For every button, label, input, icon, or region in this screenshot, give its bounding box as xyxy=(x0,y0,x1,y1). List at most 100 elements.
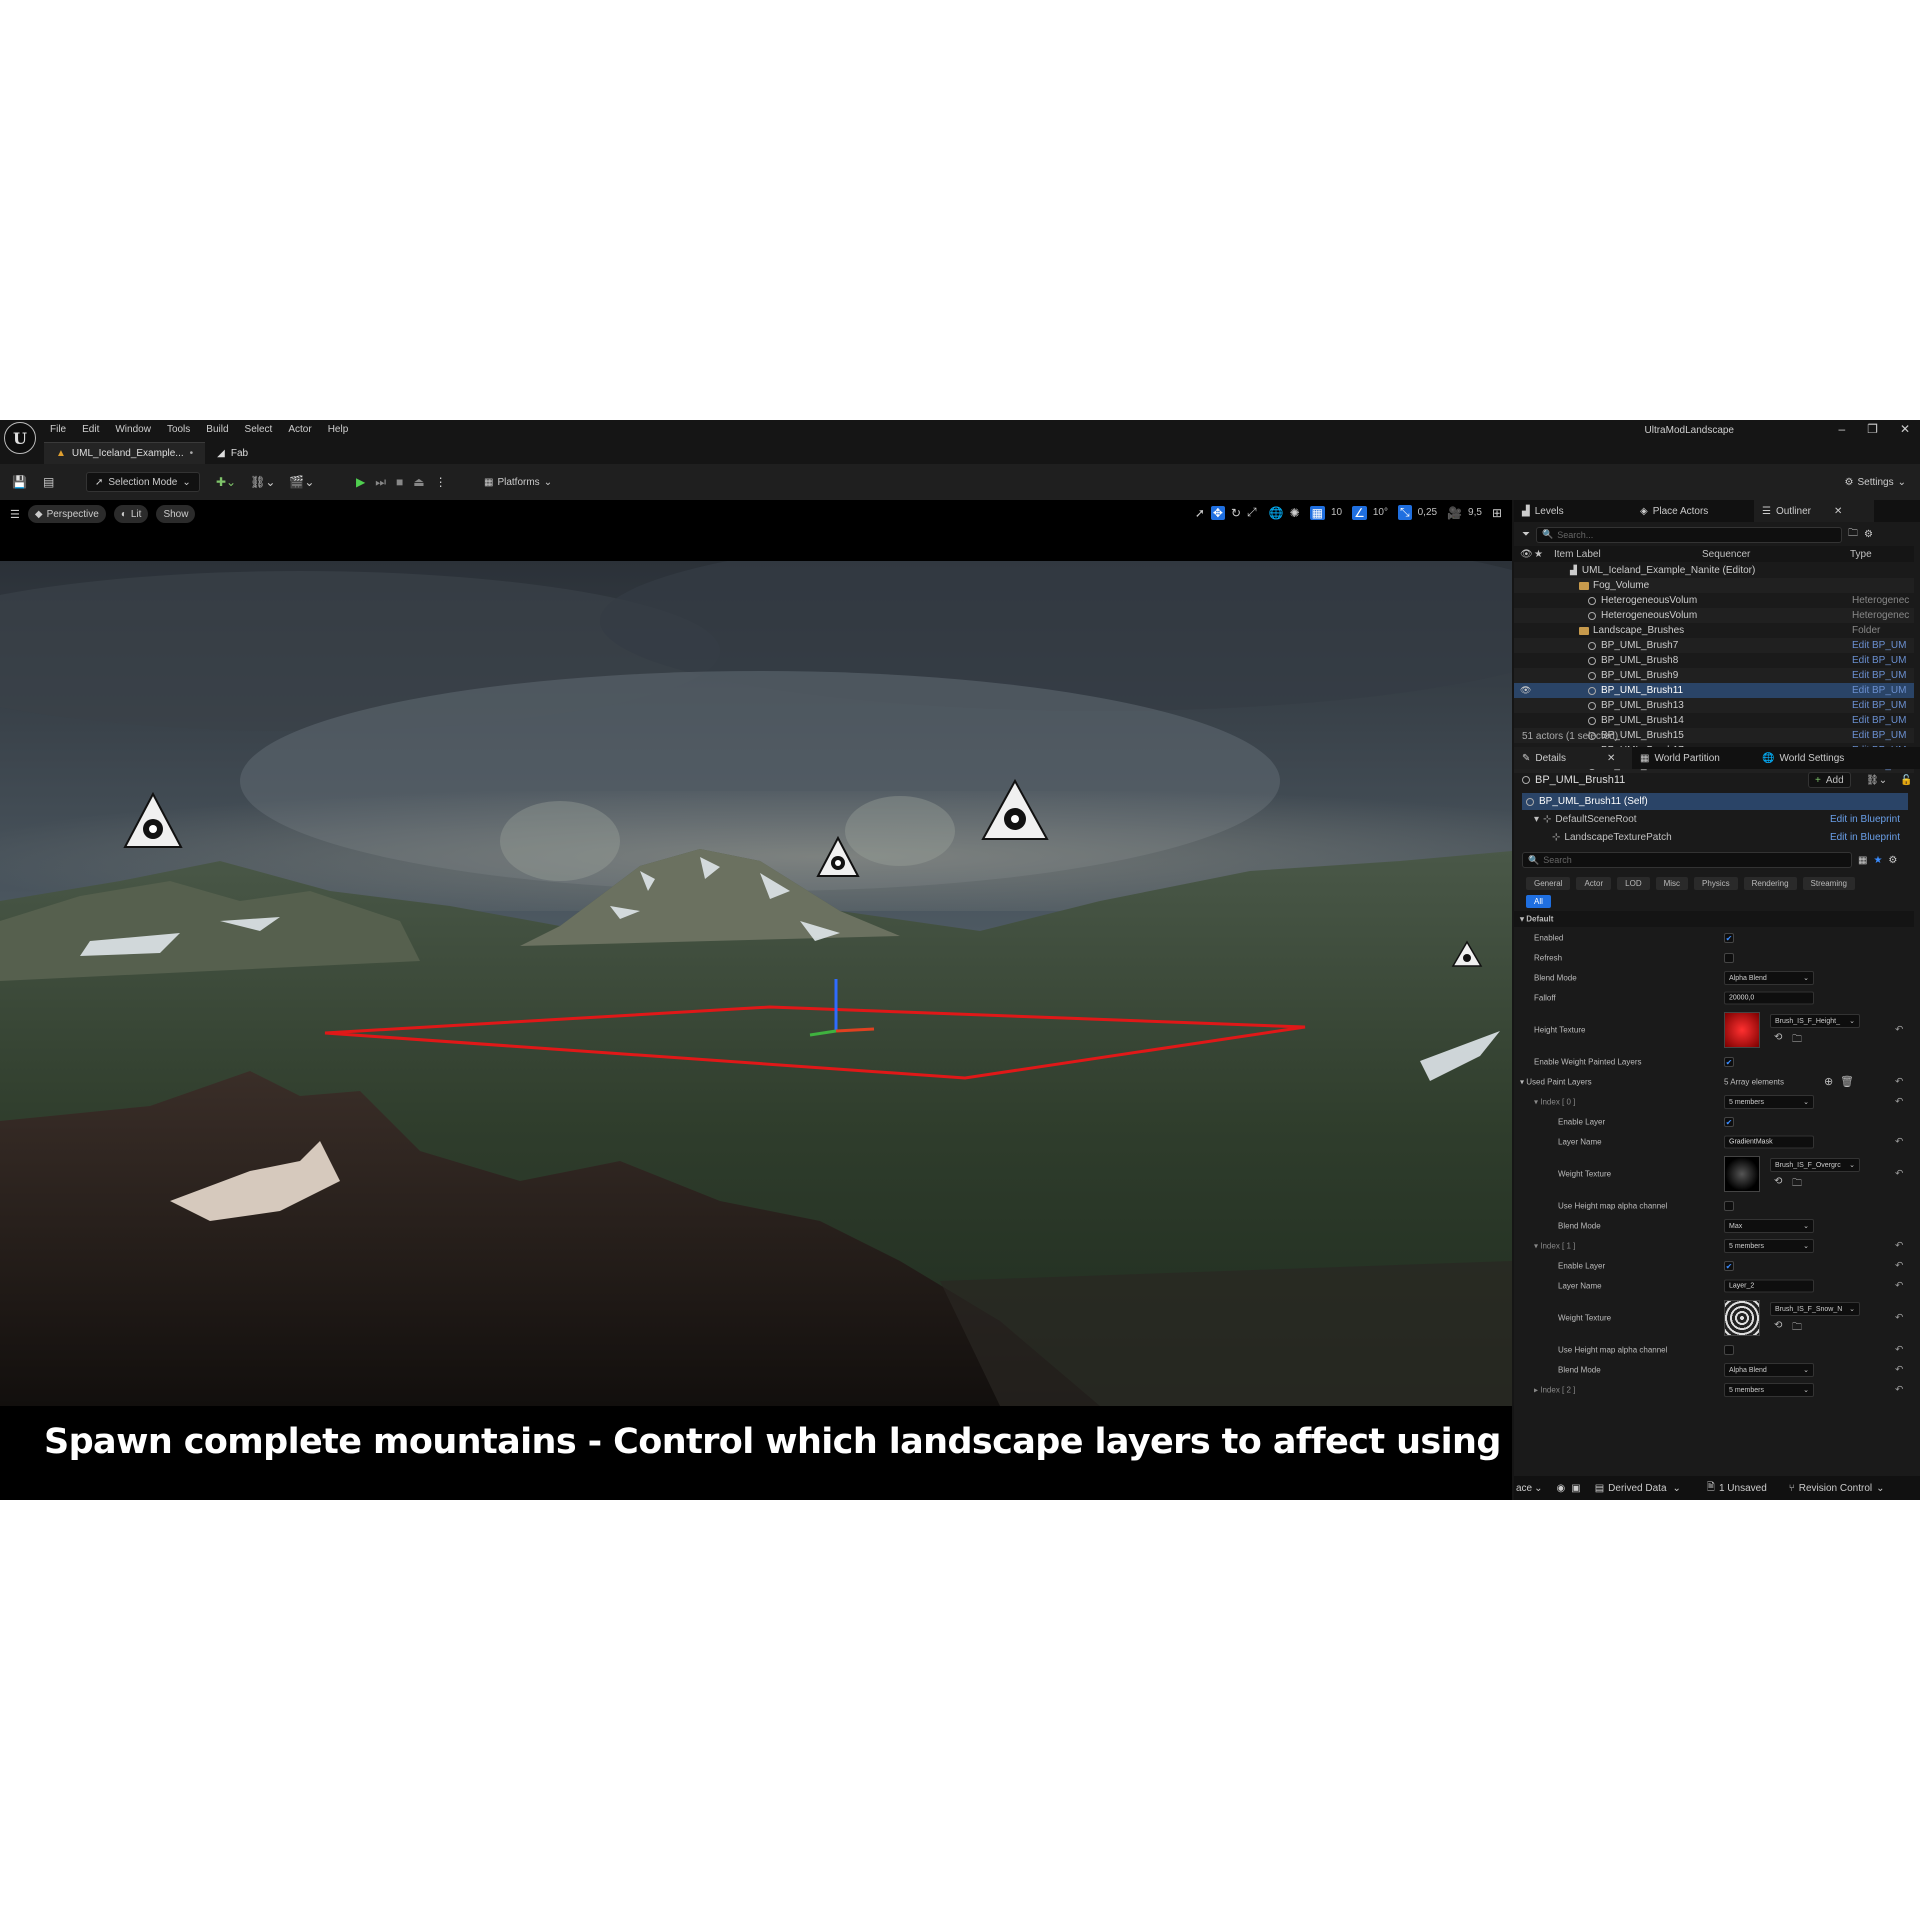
section-default-header[interactable]: ▾ Default xyxy=(1514,911,1914,927)
component-landscape-texture-patch[interactable]: ⊹ LandscapeTexturePatch Edit in Blueprin… xyxy=(1522,829,1908,846)
component-default-scene-root[interactable]: ▾ ⊹ DefaultSceneRoot Edit in Blueprint xyxy=(1522,811,1908,828)
enabled-checkbox[interactable]: ✔ xyxy=(1724,933,1734,943)
tab-levels[interactable]: ▟ Levels xyxy=(1514,500,1632,522)
category-actor[interactable]: Actor xyxy=(1576,877,1612,890)
col-sequencer[interactable]: Sequencer xyxy=(1702,549,1750,560)
unreal-logo-icon[interactable]: U xyxy=(4,422,36,454)
menu-select[interactable]: Select xyxy=(245,424,273,435)
gizmo-x-axis[interactable] xyxy=(835,1027,875,1033)
outliner-search-input[interactable]: 🔍 Search... xyxy=(1536,526,1842,543)
tab-world-settings[interactable]: 🌐 World Settings xyxy=(1754,747,1884,769)
tab-outliner[interactable]: ☰ Outliner ✕ xyxy=(1754,500,1874,522)
category-general[interactable]: General xyxy=(1526,877,1571,890)
reset-icon[interactable]: ↶ xyxy=(1895,1365,1903,1376)
enable-weight-checkbox[interactable]: ✔ xyxy=(1724,1057,1734,1067)
menu-actor[interactable]: Actor xyxy=(288,424,311,435)
gear-icon[interactable]: ⚙ xyxy=(1864,529,1873,540)
refresh-checkbox[interactable] xyxy=(1724,953,1734,963)
derived-data-button[interactable]: Derived Data xyxy=(1608,1483,1666,1494)
lock-icon[interactable]: 🔓 xyxy=(1900,775,1912,786)
reset-icon[interactable]: ↶ xyxy=(1895,1385,1903,1396)
enable-layer-checkbox[interactable]: ✔ xyxy=(1724,1117,1734,1127)
outliner-row[interactable]: BP_UML_Brush7 Edit BP_UM xyxy=(1514,638,1914,653)
scene-render[interactable] xyxy=(0,561,1512,1406)
outliner-row-type[interactable]: Edit BP_UM xyxy=(1852,640,1906,651)
level-viewport[interactable]: ☰ ◆ Perspective ◐ Lit Show ➚ ✥ ↻ ⤢ 🌐 ✺ ▦… xyxy=(0,500,1512,1500)
edit-in-blueprint-link[interactable]: Edit in Blueprint xyxy=(1830,814,1900,825)
use-height-alpha-checkbox[interactable] xyxy=(1724,1201,1734,1211)
reset-icon[interactable]: ↶ xyxy=(1895,1097,1903,1108)
reset-icon[interactable]: ↶ xyxy=(1895,1137,1903,1148)
grid-snap-icon[interactable]: ▦ xyxy=(1309,505,1325,520)
weight-texture-dropdown[interactable]: Brush_IS_F_Overgrc ⌄ xyxy=(1770,1158,1860,1172)
favorites-star-icon[interactable]: ★ xyxy=(1873,855,1882,866)
reset-icon[interactable]: ↶ xyxy=(1895,1313,1903,1324)
layer-name-input[interactable]: Layer_2 xyxy=(1724,1279,1814,1293)
reset-icon[interactable]: ↶ xyxy=(1895,1169,1903,1180)
menu-help[interactable]: Help xyxy=(328,424,349,435)
height-texture-thumbnail[interactable] xyxy=(1724,1012,1760,1048)
add-actor-icon[interactable]: ✚⌄ xyxy=(216,475,236,489)
settings-dropdown[interactable]: ⚙ Settings ⌄ xyxy=(1845,472,1907,492)
eject-icon[interactable]: ⏏ xyxy=(413,475,424,489)
category-streaming[interactable]: Streaming xyxy=(1802,877,1855,890)
outliner-row[interactable]: 👁 BP_UML_Brush11 Edit BP_UM xyxy=(1514,683,1914,698)
reset-icon[interactable]: ↶ xyxy=(1895,1077,1903,1088)
outliner-row-type[interactable]: Edit BP_UM xyxy=(1852,715,1906,726)
col-item-label[interactable]: Item Label xyxy=(1554,549,1601,560)
visibility-icon[interactable]: 👁 xyxy=(1520,685,1531,696)
use-selected-icon[interactable]: ⟲ xyxy=(1774,1032,1782,1043)
blend-mode-dropdown[interactable]: Alpha Blend ⌄ xyxy=(1724,1363,1814,1377)
blend-mode-dropdown[interactable]: Alpha Blend ⌄ xyxy=(1724,971,1814,985)
rotation-snap-value[interactable]: 10° xyxy=(1373,507,1388,518)
col-type[interactable]: Type xyxy=(1850,549,1872,560)
blueprint-options-icon[interactable]: ⛓⌄ xyxy=(1866,775,1887,786)
close-icon[interactable]: ✕ xyxy=(1607,753,1615,764)
category-misc[interactable]: Misc xyxy=(1655,877,1689,890)
unsaved-button[interactable]: 1 Unsaved xyxy=(1719,1483,1767,1494)
reset-icon[interactable]: ↶ xyxy=(1895,1025,1903,1036)
weight-texture-dropdown[interactable]: Brush_IS_F_Snow_N ⌄ xyxy=(1770,1302,1860,1316)
add-component-button[interactable]: + Add xyxy=(1808,772,1851,788)
lit-button[interactable]: ◐ Lit xyxy=(113,505,149,523)
use-selected-icon[interactable]: ⟲ xyxy=(1774,1320,1782,1331)
index-0-members[interactable]: 5 members ⌄ xyxy=(1724,1095,1814,1109)
category-rendering[interactable]: Rendering xyxy=(1743,877,1797,890)
falloff-input[interactable]: 20000,0 xyxy=(1724,991,1814,1005)
browse-asset-icon[interactable]: 🗀 xyxy=(1792,1032,1802,1049)
revision-control-button[interactable]: Revision Control xyxy=(1799,1483,1872,1494)
delete-icon[interactable]: 🗑 xyxy=(1840,1075,1854,1088)
blend-mode-dropdown[interactable]: Max ⌄ xyxy=(1724,1219,1814,1233)
close-icon[interactable]: ✕ xyxy=(1834,506,1842,517)
prop-index-1[interactable]: ▾ Index [ 1 ] 5 members ⌄ ↶ xyxy=(1514,1236,1914,1256)
layout-icon[interactable]: ⊞ xyxy=(1492,506,1502,520)
tab-world-partition[interactable]: ▦ World Partition xyxy=(1632,747,1754,769)
layer-name-input[interactable]: GradientMask xyxy=(1724,1135,1814,1149)
expand-arrow-icon[interactable]: ▾ xyxy=(1534,814,1539,825)
outliner-row[interactable]: HeterogeneousVolum Heterogenec xyxy=(1514,593,1914,608)
cinematics-icon[interactable]: 🎬⌄ xyxy=(289,475,314,489)
use-height-alpha-checkbox[interactable] xyxy=(1724,1345,1734,1355)
category-lod[interactable]: LOD xyxy=(1617,877,1650,890)
tab-fab[interactable]: ◢ Fab xyxy=(205,442,260,464)
move-tool-icon[interactable]: ✥ xyxy=(1210,505,1225,520)
add-folder-icon[interactable]: 🗀 xyxy=(1848,526,1858,543)
menu-edit[interactable]: Edit xyxy=(82,424,99,435)
edit-in-blueprint-link[interactable]: Edit in Blueprint xyxy=(1830,832,1900,843)
step-icon[interactable]: ⏭ xyxy=(375,475,386,490)
tab-close-icon[interactable]: • xyxy=(190,448,194,459)
status-left-label[interactable]: ace xyxy=(1516,1483,1532,1494)
menu-build[interactable]: Build xyxy=(206,424,228,435)
outliner-row[interactable]: BP_UML_Brush9 Edit BP_UM xyxy=(1514,668,1914,683)
filter-icon[interactable]: ⏷ xyxy=(1522,529,1530,540)
reset-icon[interactable]: ↶ xyxy=(1895,1261,1903,1272)
outliner-row-type[interactable]: Edit BP_UM xyxy=(1852,655,1906,666)
outliner-row-type[interactable]: Edit BP_UM xyxy=(1852,730,1906,741)
screenshot-icon[interactable]: ▣ xyxy=(1571,1483,1580,1494)
close-icon[interactable]: ✕ xyxy=(1900,422,1910,436)
add-element-icon[interactable]: ⊕ xyxy=(1824,1075,1833,1088)
rotate-tool-icon[interactable]: ↻ xyxy=(1231,506,1241,520)
table-view-icon[interactable]: ▦ xyxy=(1858,855,1867,866)
play-icon[interactable]: ▶ xyxy=(356,475,365,489)
more-options-icon[interactable]: ⋮ xyxy=(435,475,447,489)
